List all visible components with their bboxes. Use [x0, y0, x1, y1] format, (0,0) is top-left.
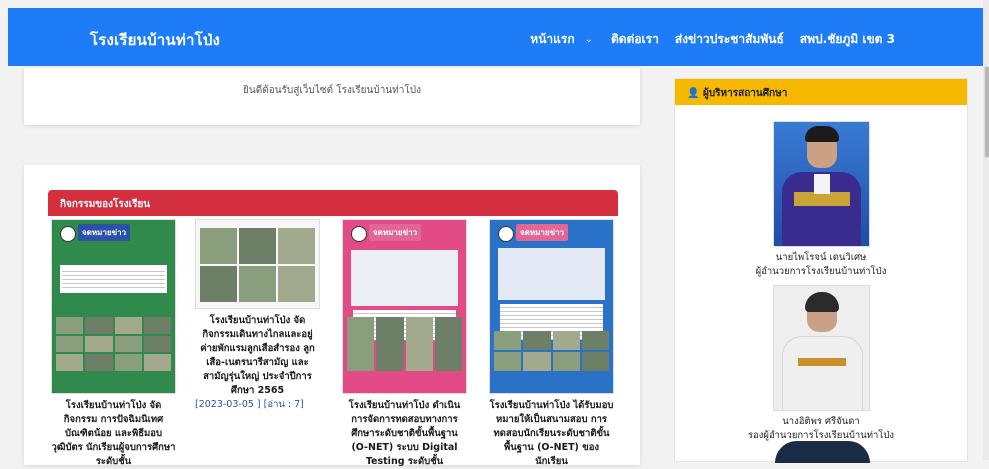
activities-header: กิจกรรมของโรงเรียน: [48, 190, 618, 216]
chevron-down-icon[interactable]: ⌄: [585, 34, 593, 45]
activity-card[interactable]: จดหมายข่าว โรงเรียนบ้านท่าโป่ง ดำเนินการ…: [342, 219, 467, 469]
activity-meta: [2023-03-05 ] [อ่าน : 7]: [195, 399, 304, 410]
administrator-role: ผู้อำนวยการโรงเรียนบ้านท่าโป่ง: [755, 266, 887, 277]
welcome-text: ยินดีต้อนรับสู่เว็บไซต์ โรงเรียนบ้านท่าโ…: [243, 85, 421, 96]
activity-title[interactable]: โรงเรียนบ้านท่าโป่ง จัดกิจกรรม การปัจฉิม…: [51, 399, 176, 469]
activity-title[interactable]: โรงเรียนบ้านท่าโป่ง จัดกิจกรรมเดินทางไกล…: [195, 314, 320, 398]
nav-contact[interactable]: ติดต่อเรา: [611, 30, 659, 49]
newsletter-badge: จดหมายข่าว: [78, 224, 131, 241]
administrators-header: 👤 ผู้บริหารสถานศึกษา: [675, 79, 967, 105]
administrator-name: นายไพโรจน์ เดนวิเศษ: [775, 252, 867, 263]
newsletter-badge: จดหมายข่าว: [516, 224, 569, 241]
activity-title[interactable]: โรงเรียนบ้านท่าโป่ง ได้รับมอบหมายให้เป็น…: [489, 399, 614, 469]
administrator-photo[interactable]: [772, 285, 870, 411]
administrators-title: ผู้บริหารสถานศึกษา: [702, 88, 788, 99]
activity-card[interactable]: จดหมายข่าว โรงเรียนบ้านท่าโป่ง ได้รับมอบ…: [489, 219, 614, 469]
school-logo-icon: [498, 226, 514, 242]
activities-title: กิจกรรมของโรงเรียน: [60, 199, 151, 210]
nav-send-news[interactable]: ส่งข่าวประชาสัมพันธ์: [675, 30, 784, 49]
scrollbar-thumb[interactable]: [984, 66, 989, 158]
nav-district-office[interactable]: สพป.ชัยภูมิ เขต 3: [800, 30, 895, 49]
page-scrollbar[interactable]: [983, 0, 989, 460]
main-nav: หน้าแรก ⌄ ติดต่อเรา ส่งข่าวประชาสัมพันธ์…: [514, 30, 895, 49]
administrators-panel: 👤 ผู้บริหารสถานศึกษา นายไพโรจน์ เดนวิเศษ…: [674, 78, 968, 463]
top-navbar: โรงเรียนบ้านท่าโป่ง หน้าแรก ⌄ ติดต่อเรา …: [8, 8, 983, 66]
activity-thumbnail[interactable]: จดหมายข่าว: [51, 219, 176, 394]
administrator-name: นางอิติพร ศรีจันดา: [782, 416, 860, 427]
activity-thumbnail[interactable]: จดหมายข่าว: [489, 219, 614, 394]
newsletter-badge: จดหมายข่าว: [369, 224, 422, 241]
site-brand[interactable]: โรงเรียนบ้านท่าโป่ง: [90, 28, 220, 52]
welcome-panel: ยินดีต้อนรับสู่เว็บไซต์ โรงเรียนบ้านท่าโ…: [24, 68, 640, 125]
administrator-profile: นางอิติพร ศรีจันดา รองผู้อำนวยการโรงเรีย…: [675, 285, 967, 443]
school-logo-icon: [60, 226, 76, 242]
school-logo-icon: [351, 226, 367, 242]
activities-panel: กิจกรรมของโรงเรียน จดหมายข่าว โรงเรียนบ้…: [24, 165, 640, 467]
activity-thumbnail[interactable]: [195, 219, 320, 309]
activity-card[interactable]: จดหมายข่าว โรงเรียนบ้านท่าโป่ง จัดกิจกรร…: [51, 219, 176, 469]
activity-thumbnail[interactable]: จดหมายข่าว: [342, 219, 467, 394]
activity-title[interactable]: โรงเรียนบ้านท่าโป่ง ดำเนินการจัดการทดสอบ…: [342, 399, 467, 469]
administrator-profile: นายไพโรจน์ เดนวิเศษ ผู้อำนวยการโรงเรียนบ…: [675, 121, 967, 279]
nav-home[interactable]: หน้าแรก: [530, 30, 574, 49]
administrator-photo[interactable]: [772, 121, 870, 247]
user-icon: 👤: [687, 88, 703, 99]
activity-card[interactable]: โรงเรียนบ้านท่าโป่ง จัดกิจกรรมเดินทางไกล…: [195, 219, 320, 412]
